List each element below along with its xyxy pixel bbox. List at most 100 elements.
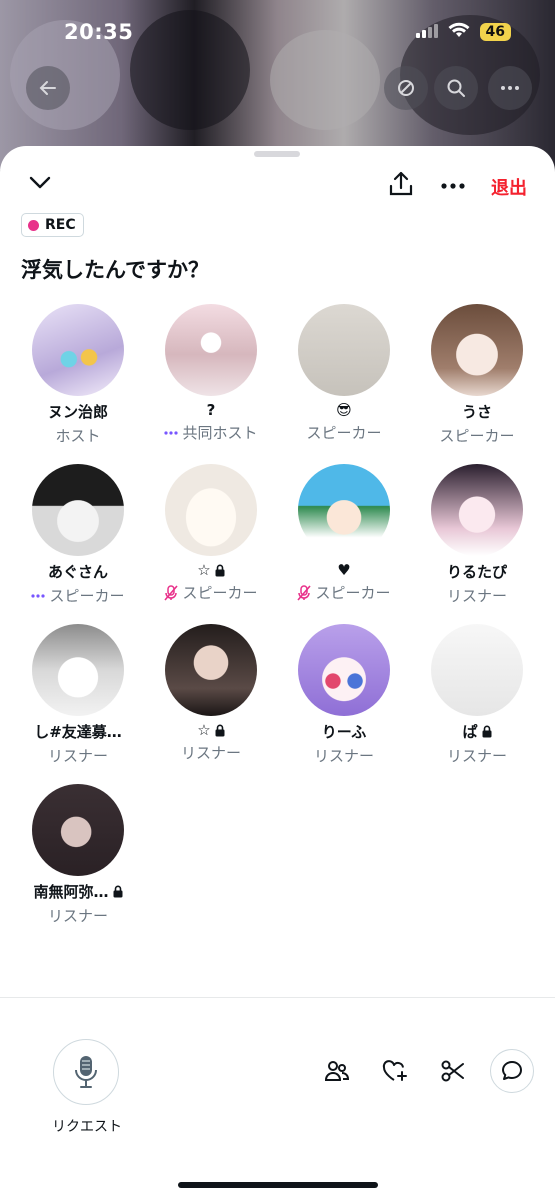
header-more-button[interactable] <box>488 66 532 110</box>
avatar[interactable] <box>32 624 124 716</box>
sheet-grabber[interactable] <box>254 151 300 157</box>
lock-icon <box>482 725 492 738</box>
search-button[interactable] <box>434 66 478 110</box>
lock-icon <box>215 564 225 577</box>
participant-role-text: リスナー <box>47 907 108 925</box>
react-button[interactable] <box>375 1051 415 1091</box>
status-bar: 20:35 46 <box>0 0 555 64</box>
request-label: リクエスト <box>52 1119 122 1135</box>
participant-name: ぱ <box>410 721 544 742</box>
more-horizontal-icon <box>441 183 465 189</box>
participant-item[interactable]: あぐさん スピーカー <box>11 464 145 606</box>
participant-role-text: 共同ホスト <box>182 424 258 442</box>
participant-role: リスナー <box>11 905 145 926</box>
home-indicator[interactable] <box>178 1182 378 1188</box>
avatar[interactable] <box>32 784 124 876</box>
participant-name-text: ♥ <box>337 561 351 579</box>
participant-name: ☆ <box>144 561 278 579</box>
participant-role: リスナー <box>277 745 411 766</box>
participant-role-text: リスナー <box>180 744 241 762</box>
participant-name: りーふ <box>277 721 411 742</box>
avatar[interactable] <box>431 304 523 396</box>
participant-item[interactable]: ☆ スピーカー <box>144 464 278 603</box>
mic-muted-icon <box>297 584 312 601</box>
collapse-button[interactable] <box>28 174 52 194</box>
avatar[interactable] <box>431 464 523 556</box>
participant-name-text: あぐさん <box>47 563 108 581</box>
space-title: 浮気したんですか？ <box>21 258 209 282</box>
share-button[interactable] <box>388 170 414 202</box>
heart-plus-icon <box>382 1060 407 1081</box>
participant-name: 南無阿弥… <box>11 881 145 902</box>
comments-button[interactable] <box>490 1049 534 1093</box>
participant-item[interactable]: ♥ スピーカー <box>277 464 411 603</box>
leave-button[interactable]: 退出 <box>491 174 527 200</box>
participant-name: あぐさん <box>11 561 145 582</box>
lock-icon <box>113 885 123 898</box>
participant-name: し#友達募… <box>11 721 145 742</box>
avatar[interactable] <box>298 304 390 396</box>
participant-name: ☆ <box>144 721 278 739</box>
recording-badge: REC <box>21 213 84 237</box>
participant-role: リスナー <box>410 745 544 766</box>
participant-item[interactable]: 😎 スピーカー <box>277 304 411 443</box>
lock-icon <box>215 724 225 737</box>
avatar[interactable] <box>298 624 390 716</box>
participant-role-text: リスナー <box>446 587 507 605</box>
share-icon <box>389 171 413 196</box>
microphone-icon <box>75 1056 97 1088</box>
avatar[interactable] <box>32 304 124 396</box>
participant-role: スピーカー <box>277 582 411 603</box>
participant-name-text: ぱ <box>462 723 478 741</box>
signal-icon <box>415 23 438 42</box>
participant-item[interactable]: りーふ リスナー <box>277 624 411 766</box>
participant-item[interactable]: ? 共同ホスト <box>144 304 278 443</box>
status-icons: 46 <box>415 22 511 42</box>
circle-slash-icon <box>398 80 414 96</box>
participant-name: りるたぴ <box>410 561 544 582</box>
avatar[interactable] <box>431 624 523 716</box>
participant-item[interactable]: りるたぴ リスナー <box>410 464 544 606</box>
participant-item[interactable]: ☆ リスナー <box>144 624 278 763</box>
avatar[interactable] <box>32 464 124 556</box>
participants-button[interactable] <box>317 1051 357 1091</box>
avatar[interactable] <box>165 624 257 716</box>
participant-name-text: ☆ <box>197 721 211 739</box>
participant-role-text: スピーカー <box>315 584 391 602</box>
participant-name-text: りーふ <box>321 723 367 741</box>
participant-item[interactable]: ヌン治郎 ホスト <box>11 304 145 446</box>
participant-name-text: りるたぴ <box>446 563 507 581</box>
participant-name-text: し#友達募… <box>34 723 122 741</box>
more-horizontal-icon <box>501 86 519 90</box>
search-icon <box>447 79 465 97</box>
request-to-speak-button[interactable] <box>53 1039 119 1105</box>
participant-item[interactable]: うさ スピーカー <box>410 304 544 446</box>
participant-item[interactable]: し#友達募… リスナー <box>11 624 145 766</box>
participant-role: ホスト <box>11 425 145 446</box>
avatar[interactable] <box>165 304 257 396</box>
clip-button[interactable] <box>433 1051 473 1091</box>
participant-role-text: スピーカー <box>306 424 382 442</box>
participant-item[interactable]: ぱリスナー <box>410 624 544 766</box>
mic-muted-icon <box>164 584 179 601</box>
avatar[interactable] <box>165 464 257 556</box>
speaking-dots-icon <box>164 430 179 436</box>
back-button[interactable] <box>26 66 70 110</box>
avatar[interactable] <box>298 464 390 556</box>
participant-role-text: リスナー <box>446 747 507 765</box>
participant-name: ヌン治郎 <box>11 401 145 422</box>
participant-role: リスナー <box>410 585 544 606</box>
participant-role: 共同ホスト <box>144 422 278 443</box>
battery-indicator: 46 <box>479 23 511 41</box>
space-sheet: 退出 REC 浮気したんですか？ ヌン治郎ホスト? 共同ホスト 😎 スピーカー うさ スピ… <box>0 146 555 1200</box>
participant-role: リスナー <box>11 745 145 766</box>
participant-role-text: リスナー <box>47 747 108 765</box>
participant-item[interactable]: 南無阿弥… リスナー <box>11 784 145 926</box>
more-button[interactable] <box>440 174 466 194</box>
participant-name-text: 南無阿弥… <box>33 883 109 901</box>
participant-role-text: スピーカー <box>182 584 258 602</box>
participant-role: スピーカー <box>410 425 544 446</box>
participant-name-text: ☆ <box>197 561 211 579</box>
wifi-icon <box>448 22 470 42</box>
filter-button[interactable] <box>384 66 428 110</box>
